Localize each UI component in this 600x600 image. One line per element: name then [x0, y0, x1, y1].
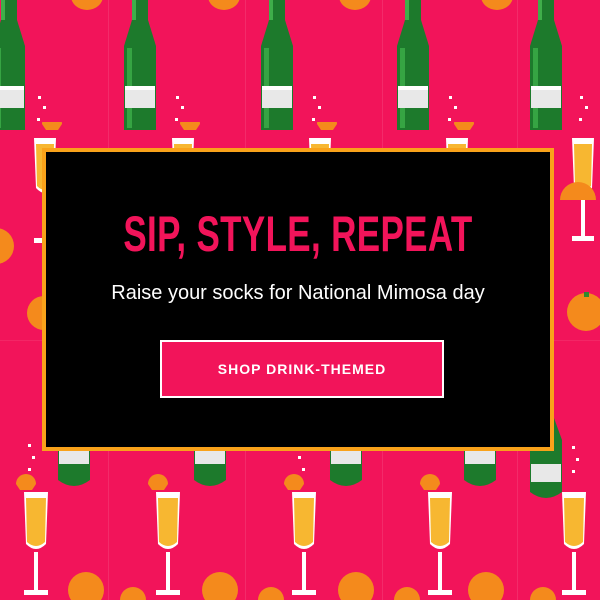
orange-slice-icon — [120, 587, 146, 600]
champagne-bottle-icon — [530, 0, 562, 130]
mimosa-glass-icon — [420, 474, 452, 595]
sparkle-icon — [37, 96, 46, 121]
mimosa-glass-icon — [148, 474, 180, 595]
champagne-bottle-icon — [0, 0, 25, 130]
mimosa-glass-icon — [284, 474, 316, 595]
promo-subhead: Raise your socks for National Mimosa day — [111, 282, 485, 304]
whole-orange-icon — [0, 228, 14, 264]
whole-orange-icon — [339, 0, 371, 10]
orange-slice-icon — [560, 182, 596, 200]
background-pattern: SIP, STYLE, REPEAT Raise your socks for … — [0, 0, 600, 600]
whole-orange-icon — [338, 572, 374, 600]
whole-orange-icon — [68, 572, 104, 600]
sparkle-icon — [175, 96, 184, 121]
sparkle-icon — [579, 96, 588, 121]
whole-orange-icon — [71, 0, 103, 10]
orange-slice-icon — [258, 587, 284, 600]
sparkle-icon — [572, 446, 579, 473]
mimosa-glass-icon — [562, 492, 586, 595]
mimosa-glass-icon — [16, 474, 48, 595]
orange-slice-icon — [394, 587, 420, 600]
promo-headline: SIP, STYLE, REPEAT — [123, 206, 473, 262]
whole-orange-icon — [468, 572, 504, 600]
shop-drink-themed-button[interactable]: SHOP DRINK-THEMED — [160, 340, 444, 398]
champagne-bottle-icon — [261, 0, 293, 130]
champagne-bottle-icon — [397, 0, 429, 130]
whole-orange-icon — [481, 0, 513, 10]
sparkle-icon — [448, 96, 457, 121]
sparkle-icon — [312, 96, 321, 121]
orange-slice-icon — [530, 587, 556, 600]
whole-orange-icon — [208, 0, 240, 10]
whole-orange-icon — [567, 292, 600, 331]
sparkle-icon — [28, 444, 35, 471]
promo-card: SIP, STYLE, REPEAT Raise your socks for … — [42, 148, 554, 451]
whole-orange-icon — [202, 572, 238, 600]
champagne-bottle-icon — [124, 0, 156, 130]
